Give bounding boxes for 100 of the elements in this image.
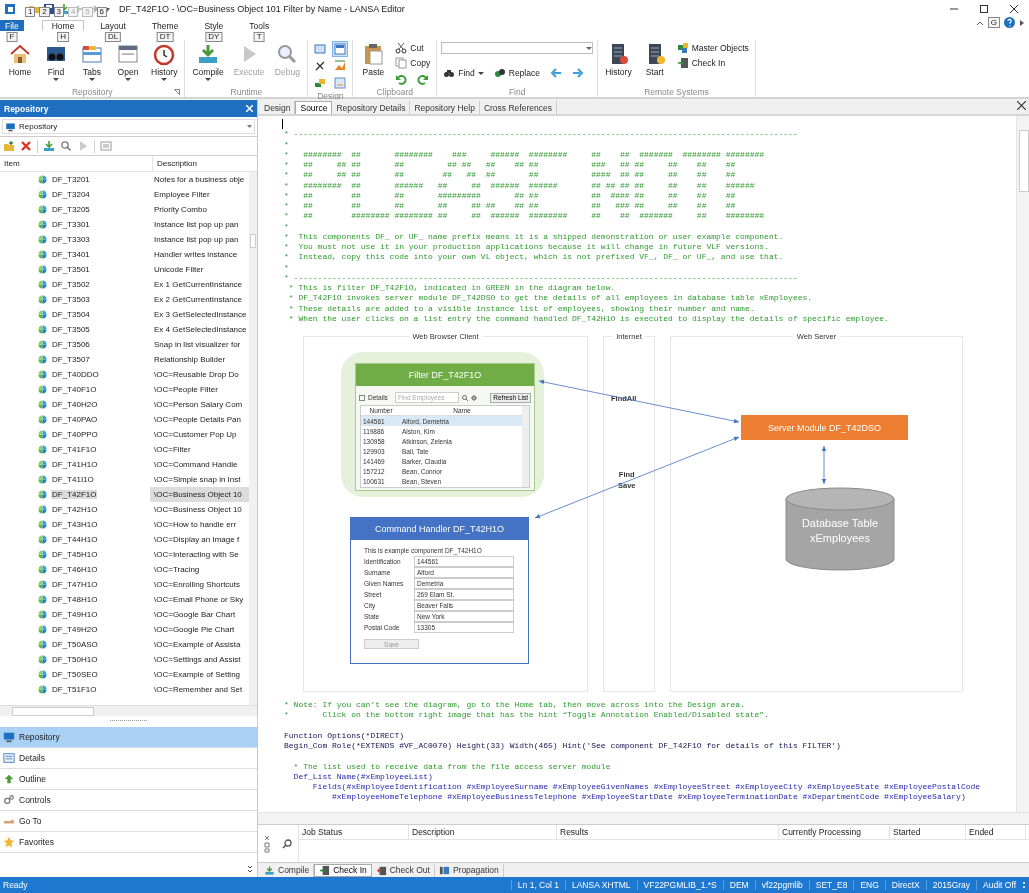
search-combo[interactable] [441,42,594,54]
ribbon-tab[interactable]: Tools [239,20,280,31]
bottom-tab[interactable]: Check In [314,863,372,877]
tree-item[interactable]: DF_T42F1O [51,490,98,499]
ribbon-button[interactable]: Find [40,41,72,83]
tree-item[interactable]: DF_T3205 [51,205,91,214]
nav-item[interactable]: Repository [0,727,257,748]
tree-item[interactable]: DF_T49H2O [51,625,99,634]
repository-selector[interactable]: Repository [2,119,255,134]
launcher-icon[interactable] [174,89,181,95]
column-header[interactable]: Currently Processing [779,825,890,839]
tree-item[interactable]: DF_T3401 [51,250,91,259]
tree-item[interactable]: DF_T3201 [51,175,91,184]
component-icon [38,280,47,289]
tree-item[interactable]: DF_T50H1O [51,655,99,664]
tree-item[interactable]: DF_T48H1O [51,595,99,604]
editor-tab[interactable]: Source [295,101,333,114]
component-icon [38,430,47,439]
item-description: \OC=Person Salary Com [153,399,244,411]
splitter-grip[interactable] [110,720,147,724]
toolbar-button[interactable] [3,140,15,152]
tree-item[interactable]: DF_T41I1O [51,475,95,484]
ribbon-button[interactable]: Home [4,41,36,78]
scrollbar[interactable] [0,705,257,716]
tree-item[interactable]: DF_T50SEO [51,670,99,679]
toolbar-button[interactable] [60,140,72,152]
ribbon-button[interactable]: History [148,41,181,83]
code-line: * [283,221,290,232]
ribbon-tab[interactable]: Theme [141,20,189,31]
tree-item[interactable]: DF_T3303 [51,235,91,244]
item-description: \OC=Customer Pop Up [153,429,238,441]
tree-item[interactable]: DF_T3505 [51,325,91,334]
column-header[interactable]: Job Status [299,825,409,839]
tree-item[interactable]: DF_T3504 [51,310,91,319]
tree-item[interactable]: DF_T47H1O [51,580,99,589]
column-header[interactable]: Results [557,825,779,839]
item-description: \OC=Interacting with Se [153,549,240,561]
ribbon-tab[interactable]: Layout [90,20,136,31]
tree-item[interactable]: DF_T3506 [51,340,91,349]
tree-item[interactable]: DF_T3507 [51,355,91,364]
ribbon-button[interactable]: Copy [393,56,433,70]
tree-item[interactable]: DF_T3301 [51,220,91,229]
tree-item[interactable]: DF_T46H1O [51,565,99,574]
status-field: ENG [853,880,885,890]
ribbon-button[interactable]: Replace [491,66,542,80]
tree-item[interactable]: DF_T45H1O [51,550,99,559]
toolbar-button[interactable] [43,140,55,152]
scrollbar[interactable] [1016,116,1029,812]
ribbon-button[interactable]: History [602,41,635,78]
tree-item[interactable]: DF_T41F1O [51,445,98,454]
tree-item[interactable]: DF_T44H1O [51,535,99,544]
tree-item[interactable]: DF_T40H2O [51,400,99,409]
item-description: \OC=Example of Assista [153,639,242,651]
ribbon-tab[interactable]: Home [41,20,85,31]
ribbon-button[interactable]: Start [638,41,671,78]
ribbon-tab[interactable]: Style [194,20,234,31]
component-icon [38,445,47,454]
column-header[interactable]: Description [157,159,197,168]
tree-item[interactable]: DF_T40PAO [51,415,99,424]
tree-item[interactable]: DF_T51F1O [51,685,98,694]
tree-item[interactable]: DF_T40F1O [51,385,98,394]
tree-item[interactable]: DF_T42H1O [51,505,99,514]
tree-item[interactable]: DF_T41H1O [51,460,99,469]
ribbon-button[interactable]: Compile [189,41,227,83]
status-field: VF22PGMLIB_1.*S [636,880,723,890]
column-header[interactable]: Started [890,825,966,839]
close-button[interactable] [1017,101,1026,110]
caret-icon [53,77,59,82]
column-header[interactable]: Item [4,159,20,168]
toolbar-button[interactable] [100,140,112,152]
column-header[interactable]: Ended [966,825,1026,839]
help-button[interactable] [1004,17,1015,28]
component-icon [38,355,47,364]
item-description: Unicode Filter [153,264,205,276]
item-description: \OC=Reusable Drop Do [153,369,240,381]
tree-item[interactable]: DF_T3501 [51,265,91,274]
ribbon-button[interactable]: Master Objects [674,41,751,55]
code-line: * ## ## ## ## ## ## ## ## #### ## ## ## ## ## [283,170,737,181]
ribbon-tab[interactable]: File [0,20,24,31]
scrollbar[interactable] [249,172,257,705]
scrollbar[interactable] [258,812,1029,824]
ribbon-button[interactable]: Find [441,66,486,80]
toolbar-button[interactable] [20,140,32,152]
column-header[interactable]: Description [409,825,557,839]
tree-item[interactable]: DF_T49H1O [51,610,99,619]
tree-item[interactable]: DF_T50ASO [51,640,99,649]
ribbon-button[interactable]: Tabs [76,41,108,83]
ribbon-button[interactable]: Open [112,41,144,83]
component-icon [38,250,47,259]
ribbon-button[interactable]: Check In [674,56,751,70]
ribbon-button[interactable]: Paste [357,41,390,78]
tree-item[interactable]: DF_T3204 [51,190,91,199]
tree-item[interactable]: DF_T40PPO [51,430,99,439]
tree-item[interactable]: DF_T40DDO [51,370,100,379]
tree-item[interactable]: DF_T43H1O [51,520,99,529]
tree-item[interactable]: DF_T3503 [51,295,91,304]
tree-item[interactable]: DF_T3502 [51,280,91,289]
ribbon-button[interactable]: Cut [393,41,433,55]
star-icon [3,836,15,848]
item-description: Relationship Builder [153,354,227,366]
